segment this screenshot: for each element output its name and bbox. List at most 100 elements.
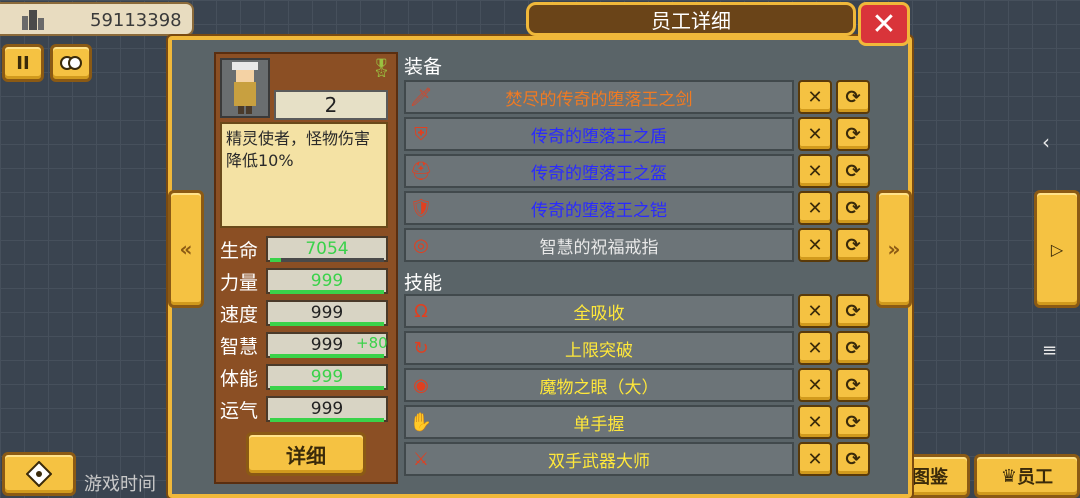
cross-icon: ✕ <box>807 448 823 470</box>
swap-button[interactable]: ⟳ <box>836 294 870 328</box>
stat-bar-fill <box>270 418 384 422</box>
swap-icon: ⟳ <box>845 197 861 219</box>
list-item[interactable]: ✋ 单手握 <box>404 405 794 439</box>
list-item[interactable]: Ω 全吸收 <box>404 294 794 328</box>
swap-button[interactable]: ⟳ <box>836 331 870 365</box>
employee-avatar <box>220 58 270 118</box>
double-chevron-left-icon: « <box>179 237 193 261</box>
employee-description: 精灵使者，怪物伤害降低10% <box>220 122 388 228</box>
swap-icon: ⟳ <box>845 448 861 470</box>
remove-button[interactable]: ✕ <box>798 442 832 476</box>
remove-button[interactable]: ✕ <box>798 294 832 328</box>
building-icon <box>22 10 44 30</box>
remove-button[interactable]: ✕ <box>798 117 832 151</box>
atlas-label: 图鉴 <box>912 467 948 488</box>
stat-label: 速度 <box>220 304 259 326</box>
list-item[interactable]: ↻ 上限突破 <box>404 331 794 365</box>
item-label: 双手武器大师 <box>548 451 650 472</box>
list-item[interactable]: ⚔ 双手武器大师 <box>404 442 794 476</box>
chevron-left-icon[interactable]: ‹ <box>1042 130 1050 154</box>
stat-bar <box>270 386 384 390</box>
game-time-label: 游戏时间 <box>84 474 156 495</box>
stat-bar-fill <box>270 386 384 390</box>
list-item[interactable]: ◎ 智慧的祝福戒指 <box>404 228 794 262</box>
item-label: 传奇的堕落王之盔 <box>531 163 667 184</box>
list-item[interactable]: 🗡 焚尽的传奇的堕落王之剑 <box>404 80 794 114</box>
pause-icon: II <box>16 52 30 74</box>
stat-label: 运气 <box>220 400 259 422</box>
swap-button[interactable]: ⟳ <box>836 117 870 151</box>
move-icon <box>26 461 52 487</box>
stat-value: 7054 <box>305 239 349 259</box>
remove-button[interactable]: ✕ <box>798 154 832 188</box>
remove-button[interactable]: ✕ <box>798 191 832 225</box>
item-label: 焚尽的传奇的堕落王之剑 <box>505 89 693 110</box>
speed-button[interactable] <box>50 44 92 82</box>
stat-bar <box>270 354 384 358</box>
cross-icon: ✕ <box>807 374 823 396</box>
eye-icon: ◉ <box>413 374 429 396</box>
stat-bar <box>270 418 384 422</box>
cross-icon: ✕ <box>807 86 823 108</box>
stat-bar-fill <box>270 290 384 294</box>
shield-icon: ⛨ <box>414 123 428 145</box>
swap-button[interactable]: ⟳ <box>836 191 870 225</box>
two-hand-icon: ⚔ <box>412 448 430 470</box>
swap-button[interactable]: ⟳ <box>836 368 870 402</box>
staff-button[interactable]: ♛ 员工 <box>974 454 1080 498</box>
money-value: 59113398 <box>90 10 182 31</box>
detail-button[interactable]: 详细 <box>246 432 366 476</box>
list-item[interactable]: ◉ 魔物之眼（大） <box>404 368 794 402</box>
money-bar: 59113398 <box>0 2 194 36</box>
item-label: 智慧的祝福戒指 <box>539 237 659 258</box>
stat-value: 999 <box>310 303 344 323</box>
swap-icon: ⟳ <box>845 86 861 108</box>
swap-icon: ⟳ <box>845 411 861 433</box>
cross-icon: ✕ <box>807 234 823 256</box>
prev-employee-button[interactable]: « <box>168 190 204 308</box>
cross-icon: ✕ <box>807 160 823 182</box>
swap-button[interactable]: ⟳ <box>836 80 870 114</box>
stat-bar <box>270 258 384 262</box>
close-icon: ✕ <box>871 6 897 42</box>
item-label: 传奇的堕落王之盾 <box>531 126 667 147</box>
employee-level: 2 <box>274 90 388 120</box>
item-label: 传奇的堕落王之铠 <box>531 200 667 221</box>
stat-bar-fill <box>270 354 384 358</box>
item-label: 魔物之眼（大） <box>539 377 659 398</box>
remove-button[interactable]: ✕ <box>798 228 832 262</box>
list-item[interactable]: ⛑ 传奇的堕落王之盔 <box>404 154 794 188</box>
cross-icon: ✕ <box>807 123 823 145</box>
swap-icon: ⟳ <box>845 160 861 182</box>
swap-button[interactable]: ⟳ <box>836 228 870 262</box>
close-button[interactable]: ✕ <box>858 2 910 46</box>
sword-icon: 🗡 <box>409 86 433 108</box>
stat-label: 生命 <box>220 240 259 262</box>
pause-button[interactable]: II <box>2 44 44 82</box>
item-label: 上限突破 <box>565 340 633 361</box>
remove-button[interactable]: ✕ <box>798 368 832 402</box>
remove-button[interactable]: ✕ <box>798 405 832 439</box>
swap-button[interactable]: ⟳ <box>836 405 870 439</box>
item-label: 单手握 <box>573 414 625 435</box>
staff-label: 员工 <box>1017 467 1054 488</box>
remove-button[interactable]: ✕ <box>798 331 832 365</box>
helmet-icon: ⛑ <box>409 160 433 182</box>
medal-icon: 🎖 <box>370 58 393 79</box>
list-item[interactable]: 🛡 传奇的堕落王之铠 <box>404 191 794 225</box>
swap-button[interactable]: ⟳ <box>836 442 870 476</box>
list-item[interactable]: ⛨ 传奇的堕落王之盾 <box>404 117 794 151</box>
stat-value: 999 <box>310 271 344 291</box>
stat-bonus: +80 <box>356 334 388 352</box>
swap-button[interactable]: ⟳ <box>836 154 870 188</box>
double-chevron-right-icon: » <box>887 237 901 261</box>
side-panel-button[interactable]: ▷ <box>1034 190 1080 308</box>
remove-button[interactable]: ✕ <box>798 80 832 114</box>
stat-bar-fill <box>270 258 282 262</box>
equipment-title: 装备 <box>404 56 443 78</box>
menu-icon[interactable]: ≡ <box>1042 340 1057 361</box>
absorb-icon: Ω <box>414 300 428 322</box>
cross-icon: ✕ <box>807 337 823 359</box>
move-button[interactable] <box>2 452 76 496</box>
next-employee-button[interactable]: » <box>876 190 912 308</box>
